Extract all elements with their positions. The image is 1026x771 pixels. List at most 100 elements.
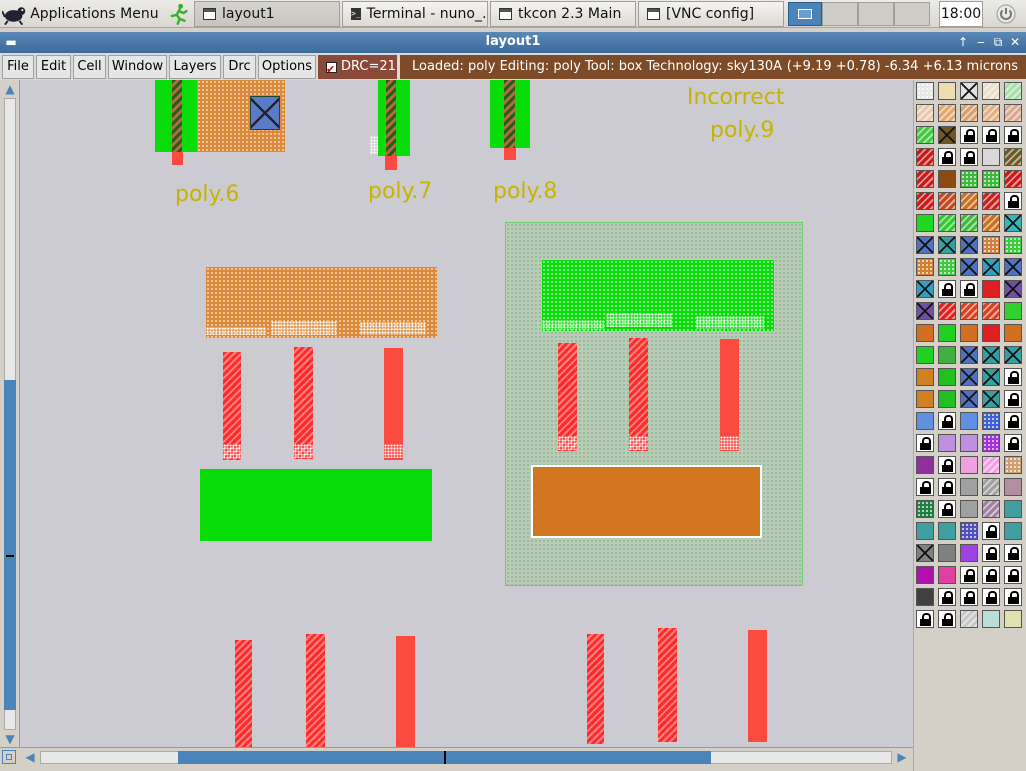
layer-swatch[interactable]: [938, 500, 956, 518]
layer-swatch[interactable]: [960, 368, 978, 386]
vertical-scrollbar[interactable]: ▲ ▼: [0, 80, 20, 747]
close-icon[interactable]: ✕: [1007, 34, 1023, 50]
layer-swatch[interactable]: [960, 170, 978, 188]
layer-swatch[interactable]: [1004, 588, 1022, 606]
layer-swatch[interactable]: [1004, 456, 1022, 474]
layer-swatch[interactable]: [960, 566, 978, 584]
workspace-1[interactable]: [788, 2, 822, 26]
layer-swatch[interactable]: [982, 236, 1000, 254]
layer-swatch[interactable]: [960, 434, 978, 452]
layer-swatch[interactable]: [960, 412, 978, 430]
layer-swatch[interactable]: [938, 126, 956, 144]
layer-swatch[interactable]: [916, 456, 934, 474]
layer-swatch[interactable]: [982, 390, 1000, 408]
layer-swatch[interactable]: [1004, 522, 1022, 540]
layer-swatch[interactable]: [1004, 104, 1022, 122]
layer-swatch[interactable]: [960, 302, 978, 320]
layer-swatch[interactable]: [1004, 346, 1022, 364]
menu-edit[interactable]: Edit: [36, 55, 71, 79]
layer-swatch[interactable]: [938, 544, 956, 562]
layer-swatch[interactable]: [916, 126, 934, 144]
layer-swatch[interactable]: [916, 610, 934, 628]
layer-swatch[interactable]: [1004, 390, 1022, 408]
scroll-up-icon[interactable]: ▲: [2, 81, 18, 97]
maximize-icon[interactable]: ⧉: [990, 34, 1006, 50]
layer-swatch[interactable]: [982, 170, 1000, 188]
menu-file[interactable]: File: [2, 55, 34, 79]
layout-canvas[interactable]: poly.6 poly.7 poly.8 Incorrect poly.9: [20, 80, 913, 747]
layer-swatch[interactable]: [1004, 302, 1022, 320]
layer-swatch[interactable]: [982, 346, 1000, 364]
layer-swatch[interactable]: [938, 192, 956, 210]
layer-swatch[interactable]: [960, 456, 978, 474]
layer-swatch[interactable]: [960, 588, 978, 606]
layer-swatch[interactable]: [960, 522, 978, 540]
layer-swatch[interactable]: [1004, 214, 1022, 232]
taskbar-window-layout1[interactable]: layout1: [194, 1, 340, 27]
taskbar-window-terminal[interactable]: >_ Terminal - nuno_...: [342, 1, 488, 27]
layer-swatch[interactable]: [938, 434, 956, 452]
scroll-corner-icon[interactable]: [2, 750, 16, 764]
layer-swatch[interactable]: [982, 324, 1000, 342]
layer-swatch[interactable]: [916, 258, 934, 276]
layer-swatch[interactable]: [1004, 412, 1022, 430]
layer-swatch[interactable]: [982, 412, 1000, 430]
layer-swatch[interactable]: [938, 236, 956, 254]
layer-swatch[interactable]: [960, 126, 978, 144]
layer-swatch[interactable]: [916, 82, 934, 100]
layer-swatch[interactable]: [916, 170, 934, 188]
layer-swatch[interactable]: [1004, 566, 1022, 584]
layer-swatch[interactable]: [916, 104, 934, 122]
layer-swatch[interactable]: [982, 148, 1000, 166]
layer-swatch[interactable]: [916, 280, 934, 298]
layer-swatch[interactable]: [916, 346, 934, 364]
layer-swatch[interactable]: [916, 522, 934, 540]
layer-swatch[interactable]: [938, 148, 956, 166]
layer-swatch[interactable]: [960, 500, 978, 518]
layer-swatch[interactable]: [938, 368, 956, 386]
layer-swatch[interactable]: [938, 104, 956, 122]
layer-swatch[interactable]: [982, 280, 1000, 298]
layer-swatch[interactable]: [982, 104, 1000, 122]
layer-swatch[interactable]: [982, 434, 1000, 452]
layer-swatch[interactable]: [916, 192, 934, 210]
layer-swatch[interactable]: [938, 478, 956, 496]
layer-swatch[interactable]: [916, 478, 934, 496]
layer-swatch[interactable]: [982, 522, 1000, 540]
layer-swatch[interactable]: [960, 192, 978, 210]
layer-swatch[interactable]: [960, 610, 978, 628]
layer-swatch[interactable]: [982, 478, 1000, 496]
menu-window[interactable]: Window: [108, 55, 167, 79]
layer-swatch[interactable]: [982, 302, 1000, 320]
layer-swatch[interactable]: [916, 148, 934, 166]
layer-swatch[interactable]: [916, 368, 934, 386]
layer-swatch[interactable]: [960, 82, 978, 100]
layer-swatch[interactable]: [960, 236, 978, 254]
layer-swatch[interactable]: [1004, 434, 1022, 452]
layer-swatch[interactable]: [982, 258, 1000, 276]
layer-swatch[interactable]: [938, 588, 956, 606]
layer-swatch[interactable]: [1004, 126, 1022, 144]
layer-swatch[interactable]: [982, 500, 1000, 518]
scroll-left-icon[interactable]: ◀: [22, 749, 38, 765]
layer-swatch[interactable]: [1004, 148, 1022, 166]
workspace-3[interactable]: [858, 2, 894, 26]
drc-toggle[interactable]: DRC=21: [318, 55, 397, 81]
menu-drc[interactable]: Drc: [223, 55, 256, 79]
layer-swatch[interactable]: [960, 544, 978, 562]
layer-swatch[interactable]: [960, 390, 978, 408]
taskbar-window-vnc-config[interactable]: [VNC config]: [638, 1, 784, 27]
layer-swatch[interactable]: [960, 478, 978, 496]
layer-swatch[interactable]: [982, 456, 1000, 474]
menu-cell[interactable]: Cell: [73, 55, 106, 79]
layer-swatch[interactable]: [982, 368, 1000, 386]
layer-swatch[interactable]: [982, 192, 1000, 210]
layer-swatch[interactable]: [938, 346, 956, 364]
workspace-switcher[interactable]: [788, 1, 936, 27]
layer-swatch[interactable]: [916, 302, 934, 320]
layer-swatch[interactable]: [960, 346, 978, 364]
layer-swatch[interactable]: [938, 82, 956, 100]
layer-swatch[interactable]: [916, 566, 934, 584]
layer-swatch[interactable]: [1004, 324, 1022, 342]
layer-swatch[interactable]: [938, 522, 956, 540]
